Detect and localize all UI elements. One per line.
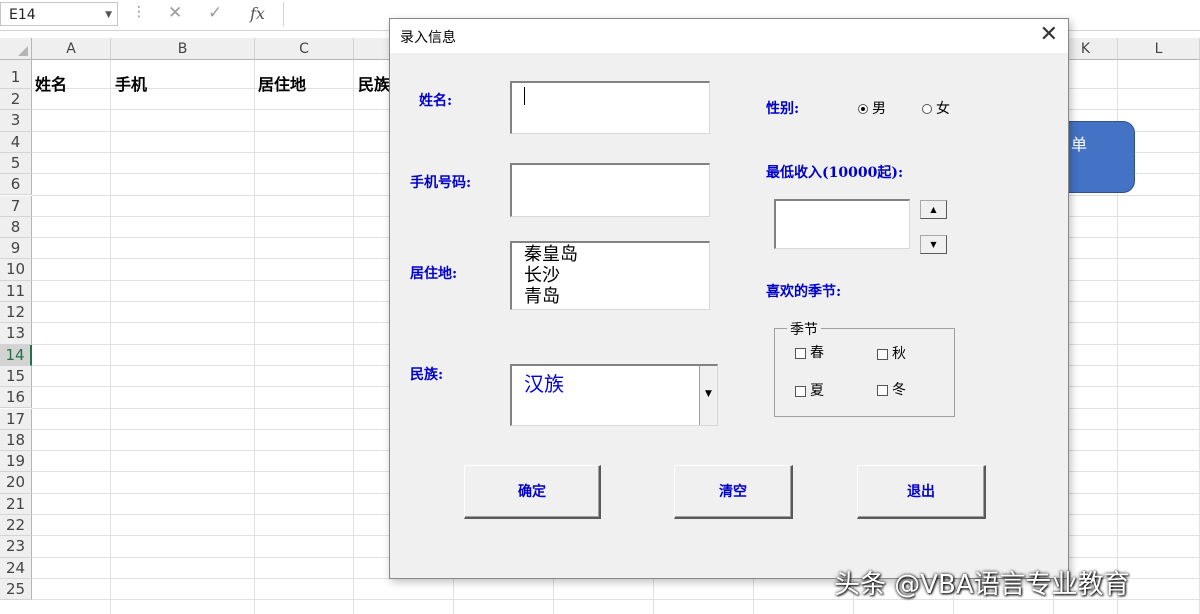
select-all-corner[interactable] [0,38,32,60]
season-frame: 季节 春 秋 夏 冬 [774,319,955,417]
row-header-4[interactable]: 4 [0,131,32,153]
dialog-title: 录入信息 [400,30,456,46]
row-header-23[interactable]: 23 [0,536,32,558]
triangle-down-icon[interactable]: ▼ [699,366,717,425]
column-header-b[interactable]: B [111,38,255,60]
checkbox-icon[interactable] [795,347,806,359]
season-winter-label: 冬 [892,382,906,398]
name-label: 姓名: [419,93,453,109]
season-summer-label: 夏 [810,383,824,399]
season-spring-label: 春 [810,345,824,361]
cell-c1[interactable]: 居住地 [258,71,306,95]
row-header-20[interactable]: 20 [0,472,32,494]
income-input[interactable] [774,199,910,249]
exit-button[interactable]: 退出 [857,465,986,519]
checkbox-icon[interactable] [877,384,888,396]
insert-function-icon[interactable]: fx [250,4,265,23]
dialog-titlebar[interactable]: 录入信息 ✕ [390,19,1068,53]
vertical-dots-icon: ⋮ [132,4,146,20]
row-header-3[interactable]: 3 [0,110,32,132]
season-spring-checkbox[interactable]: 春 [795,342,824,362]
watermark: 头条 @VBA语言专业教育 [834,570,1130,600]
residence-option[interactable]: 秦皇岛 [524,244,709,265]
ethnicity-label: 民族: [410,367,444,383]
cancel-icon[interactable]: ✕ [168,3,182,23]
grid-vline [110,60,111,614]
chevron-down-icon[interactable]: ▼ [105,3,112,27]
phone-input[interactable] [510,163,710,217]
column-header-l[interactable]: L [1118,38,1200,60]
season-autumn-label: 秋 [892,346,906,362]
gender-female-radio[interactable]: 女 [922,98,950,118]
row-header-15[interactable]: 15 [0,365,32,388]
row-header-24[interactable]: 24 [0,557,32,579]
ok-button[interactable]: 确定 [464,465,601,519]
ethnicity-value: 汉族 [524,372,564,396]
row-header-17[interactable]: 17 [0,408,32,430]
row-header-18[interactable]: 18 [0,429,32,452]
phone-label: 手机号码: [410,175,472,191]
row-header-22[interactable]: 22 [0,515,32,537]
row-header-25[interactable]: 25 [0,578,32,601]
gender-female-label: 女 [936,101,950,117]
radio-selected-icon[interactable] [858,104,868,114]
input-dialog: 录入信息 ✕ 姓名: 手机号码: 居住地: 民族: 秦皇岛 长沙 青岛 汉族 ▼… [389,18,1069,579]
row-header-19[interactable]: 19 [0,451,32,473]
grid-vline [254,60,255,614]
clear-button[interactable]: 清空 [674,465,793,519]
name-box-value: E14 [9,7,36,23]
name-input[interactable] [510,81,710,134]
row-header-5[interactable]: 5 [0,152,32,175]
name-box[interactable]: E14 ▼ [0,2,118,26]
season-frame-title: 季节 [787,319,821,339]
checkbox-icon[interactable] [795,385,806,397]
enter-icon[interactable]: ✓ [208,3,222,23]
radio-unselected-icon[interactable] [922,104,932,114]
close-icon[interactable]: ✕ [1040,23,1058,47]
gender-male-radio[interactable]: 男 [858,98,886,118]
shape-button-label: 单 [1071,135,1088,154]
gender-label: 性别: [766,101,800,117]
row-header-1[interactable]: 1 [0,60,32,89]
row-header-8[interactable]: 8 [0,216,32,239]
season-autumn-checkbox[interactable]: 秋 [877,343,906,363]
row-header-6[interactable]: 6 [0,174,32,196]
residence-option[interactable]: 长沙 [524,265,709,286]
row-header-21[interactable]: 21 [0,493,32,515]
cell-a1[interactable]: 姓名 [35,71,67,95]
cell-b1[interactable]: 手机 [115,71,147,95]
cell-d1[interactable]: 民族 [358,71,390,95]
triangle-up-icon[interactable]: ▲ [920,200,947,219]
season-label: 喜欢的季节: [766,284,842,300]
checkbox-icon[interactable] [877,348,888,360]
row-header-13[interactable]: 13 [0,323,32,345]
grid-vline [353,60,354,614]
row-header-16[interactable]: 16 [0,387,32,409]
income-label: 最低收入(10000起): [766,165,904,181]
row-header-11[interactable]: 11 [0,280,32,302]
row-header-14[interactable]: 14 [0,344,32,366]
column-header-a[interactable]: A [32,38,111,60]
row-header-12[interactable]: 12 [0,302,32,324]
row-header-10[interactable]: 10 [0,259,32,281]
gender-male-label: 男 [872,101,886,117]
season-winter-checkbox[interactable]: 冬 [877,379,906,399]
residence-option[interactable]: 青岛 [524,286,709,307]
residence-listbox[interactable]: 秦皇岛 长沙 青岛 [510,241,710,310]
column-header-c[interactable]: C [255,38,354,60]
row-header-7[interactable]: 7 [0,195,32,217]
ethnicity-combobox[interactable]: 汉族 ▼ [510,364,718,426]
triangle-down-icon[interactable]: ▼ [920,235,947,254]
row-header-9[interactable]: 9 [0,238,32,260]
residence-label: 居住地: [410,266,458,282]
season-summer-checkbox[interactable]: 夏 [795,380,824,400]
text-caret [524,87,525,105]
row-header-2[interactable]: 2 [0,89,32,111]
